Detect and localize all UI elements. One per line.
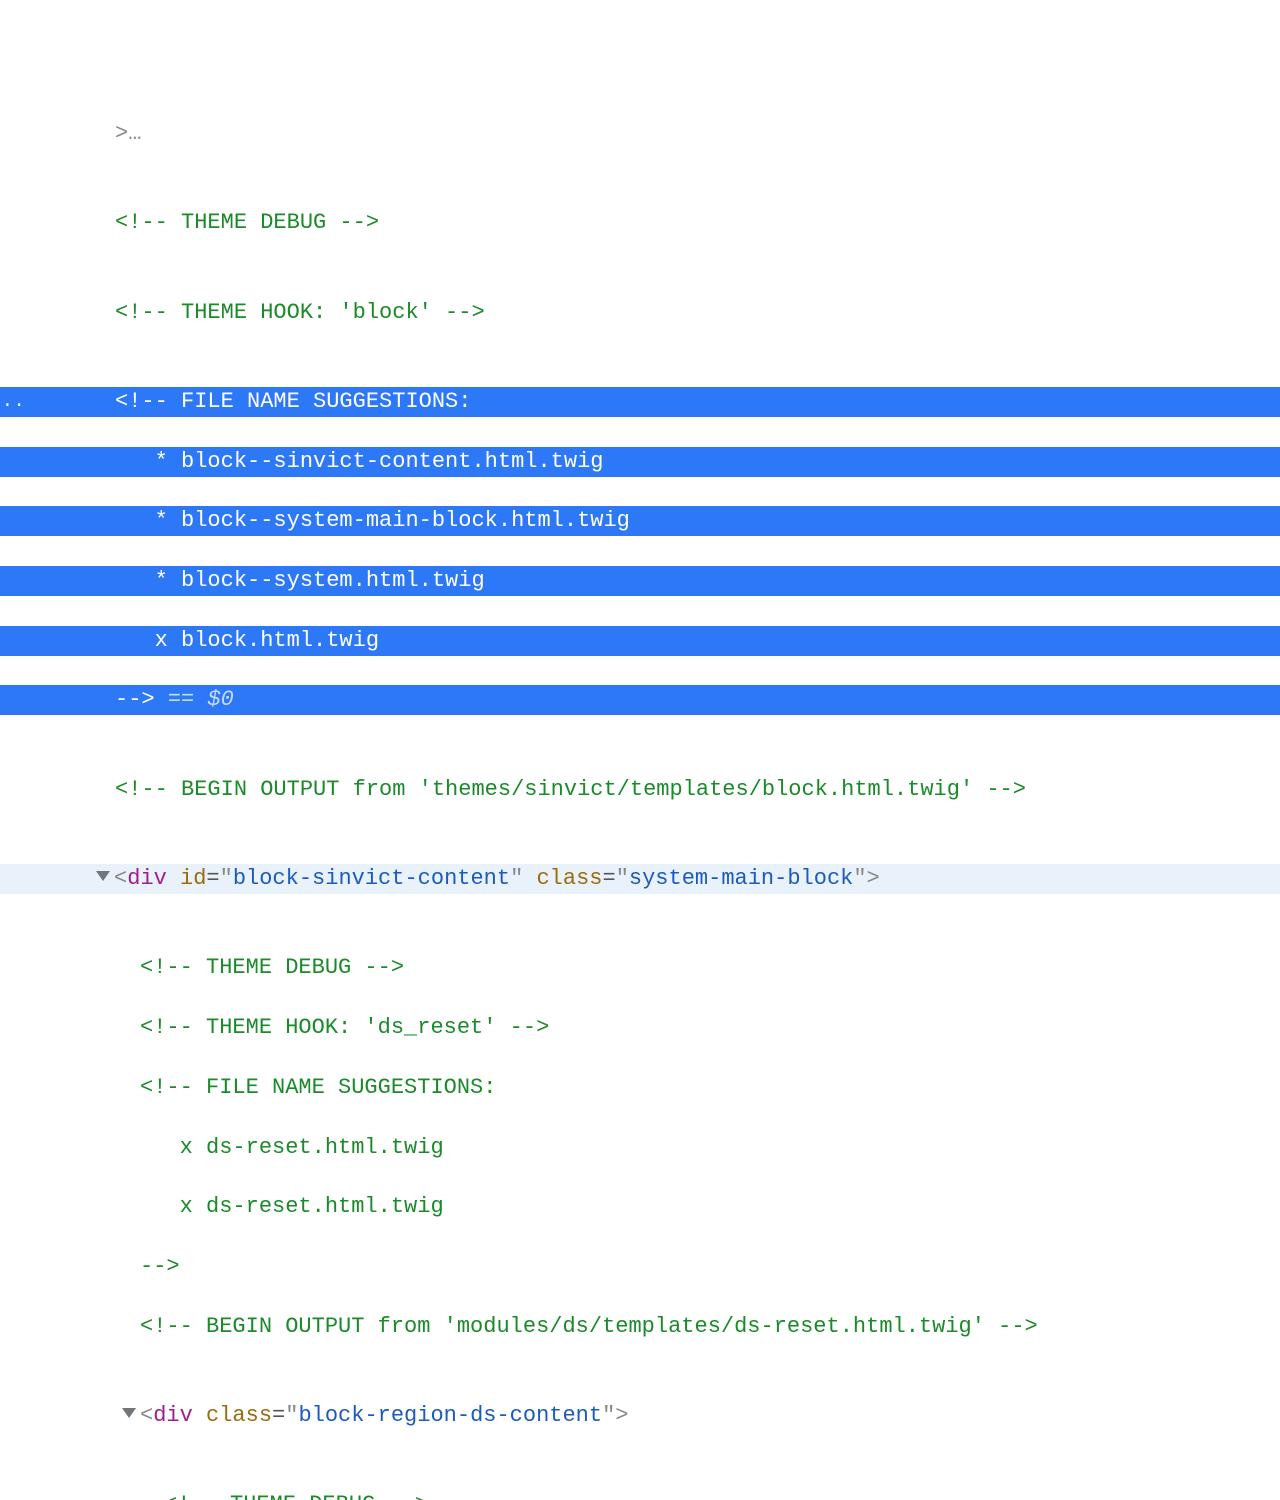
selected-comment-line[interactable]: --> == $0 bbox=[0, 685, 1280, 715]
selected-comment-line[interactable]: * block--system-main-block.html.twig bbox=[0, 506, 1280, 536]
selected-comment-line[interactable]: x block.html.twig bbox=[0, 626, 1280, 656]
comment-line[interactable]: <!-- THEME HOOK: 'block' --> bbox=[0, 298, 1280, 328]
expand-arrow-icon[interactable] bbox=[96, 871, 110, 881]
selected-comment-line[interactable]: ..<!-- FILE NAME SUGGESTIONS: bbox=[0, 387, 1280, 417]
console-var: $0 bbox=[207, 687, 233, 712]
gutter-dots-icon: .. bbox=[2, 390, 26, 414]
selected-comment-line[interactable]: * block--sinvict-content.html.twig bbox=[0, 447, 1280, 477]
element-line[interactable]: <div class="block-region-ds-content"> bbox=[0, 1401, 1280, 1431]
element-line[interactable]: <div id="block-sinvict-content" class="s… bbox=[0, 864, 1280, 894]
comment-line[interactable]: <!-- THEME HOOK: 'ds_reset' --> bbox=[0, 1013, 1280, 1043]
comment-line[interactable]: <!-- FILE NAME SUGGESTIONS: bbox=[0, 1073, 1280, 1103]
comment-line[interactable]: <!-- THEME DEBUG --> bbox=[0, 1490, 1280, 1500]
comment-line[interactable]: --> bbox=[0, 1252, 1280, 1282]
code-line[interactable]: >… bbox=[0, 119, 1280, 149]
expand-arrow-icon[interactable] bbox=[122, 1408, 136, 1418]
comment-line[interactable]: <!-- THEME DEBUG --> bbox=[0, 208, 1280, 238]
comment-line[interactable]: <!-- BEGIN OUTPUT from 'themes/sinvict/t… bbox=[0, 775, 1280, 805]
collapsed-node: >… bbox=[115, 121, 141, 146]
comment-line[interactable]: x ds-reset.html.twig bbox=[0, 1192, 1280, 1222]
selected-comment-line[interactable]: * block--system.html.twig bbox=[0, 566, 1280, 596]
comment-line[interactable]: <!-- THEME DEBUG --> bbox=[0, 953, 1280, 983]
comment-line[interactable]: x ds-reset.html.twig bbox=[0, 1133, 1280, 1163]
comment-line[interactable]: <!-- BEGIN OUTPUT from 'modules/ds/templ… bbox=[0, 1312, 1280, 1342]
